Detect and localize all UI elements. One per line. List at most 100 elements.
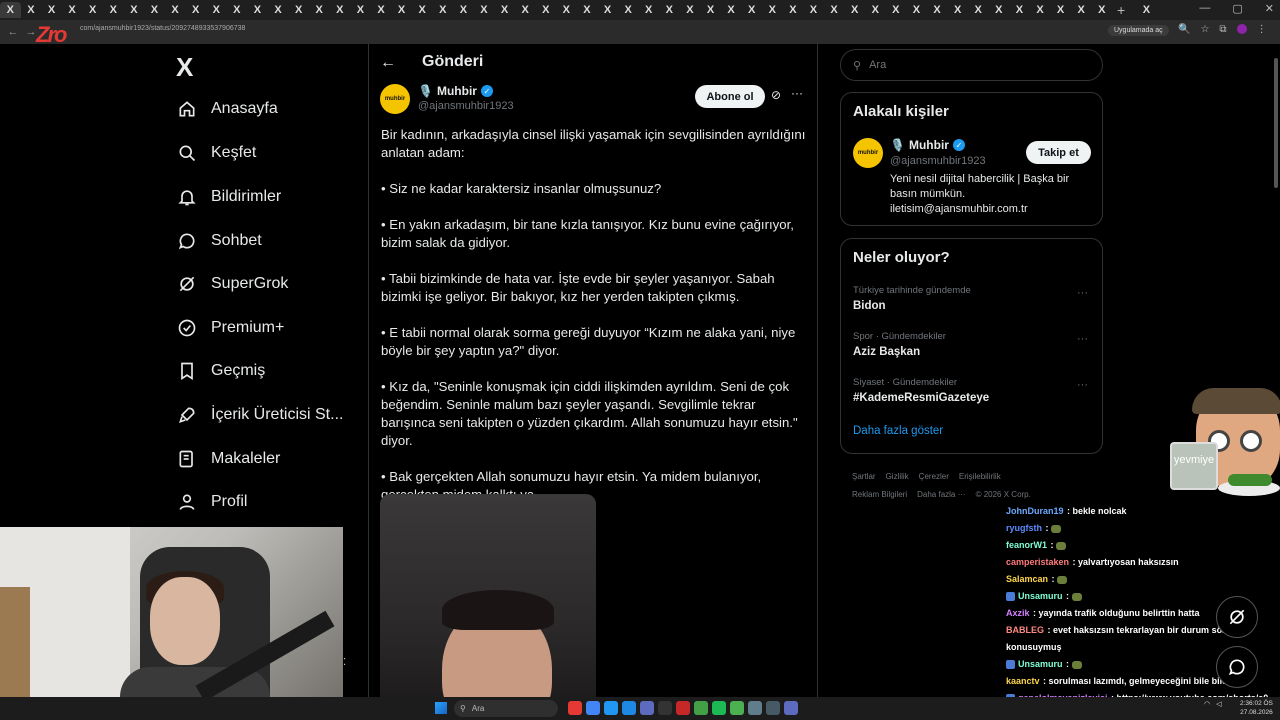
taskbar-app-icon[interactable]	[676, 701, 690, 715]
profile-avatar-icon[interactable]	[1236, 24, 1247, 34]
browser-tab[interactable]: X	[556, 2, 577, 18]
url-text[interactable]: com/ajansmuhbir1923/status/2092748933537…	[80, 25, 245, 32]
trend-item[interactable]: Siyaset · Gündemdekiler #KademeResmiGazet…	[853, 377, 989, 404]
wifi-icon[interactable]: ◠	[1204, 700, 1210, 708]
taskbar-app-icon[interactable]	[640, 701, 654, 715]
browser-tab[interactable]: X	[103, 2, 124, 18]
browser-tab[interactable]: X	[1136, 2, 1157, 18]
taskbar-search[interactable]: ⚲ Ara	[454, 700, 558, 717]
more-options-icon[interactable]: ···	[791, 86, 803, 100]
browser-tab[interactable]: X	[762, 2, 783, 18]
browser-tab[interactable]: X	[927, 2, 948, 18]
browser-tab[interactable]: X	[535, 2, 556, 18]
trend-more-icon[interactable]: ···	[1077, 287, 1088, 299]
footer-link[interactable]: Şartlar	[852, 472, 876, 481]
trend-more-icon[interactable]: ···	[1077, 379, 1088, 391]
browser-tab[interactable]: X	[824, 2, 845, 18]
trend-item[interactable]: Spor · Gündemdekiler Aziz Başkan	[853, 331, 946, 358]
close-window-icon[interactable]: ✕	[1265, 2, 1274, 15]
related-avatar[interactable]: muhbir	[853, 138, 883, 168]
footer-link[interactable]: © 2026 X Corp.	[976, 490, 1031, 499]
chat-username[interactable]: Salamcan	[1006, 574, 1048, 584]
browser-tab[interactable]: X	[783, 2, 804, 18]
sidebar-item-chat[interactable]: Sohbet	[176, 225, 262, 257]
browser-tab[interactable]: X	[247, 2, 268, 18]
chat-username[interactable]: ryugfsth	[1006, 523, 1042, 533]
sidebar-item-bell[interactable]: Bildirimler	[176, 181, 281, 213]
taskbar-app-icon[interactable]	[784, 701, 798, 715]
sidebar-item-bookmark[interactable]: Geçmiş	[176, 355, 265, 387]
footer-link[interactable]: Erişilebilirlik	[959, 472, 1001, 481]
search-input[interactable]: ⚲ Ara	[840, 49, 1103, 81]
sidebar-item-home[interactable]: Anasayfa	[176, 93, 278, 125]
minimize-icon[interactable]: —	[1199, 2, 1210, 15]
taskbar-app-icon[interactable]	[658, 701, 672, 715]
browser-tab[interactable]: X	[474, 2, 495, 18]
browser-tab[interactable]: X	[618, 2, 639, 18]
browser-tab[interactable]: X	[1009, 2, 1030, 18]
show-more-link[interactable]: Daha fazla göster	[853, 425, 943, 437]
browser-tab[interactable]: X	[577, 2, 598, 18]
related-handle[interactable]: @ajansmuhbir1923	[890, 155, 986, 167]
browser-tab[interactable]: X	[886, 2, 907, 18]
browser-tab[interactable]: X	[968, 2, 989, 18]
browser-tab[interactable]: X	[268, 2, 289, 18]
browser-tab[interactable]: X	[432, 2, 453, 18]
browser-tab[interactable]: X	[124, 2, 145, 18]
grok-fab-button[interactable]	[1216, 596, 1258, 638]
taskbar-clock[interactable]: 2:36:02 ÖS 27.08.2026	[1240, 699, 1273, 717]
volume-icon[interactable]: ◁	[1216, 700, 1221, 708]
browser-tab[interactable]: X	[309, 2, 330, 18]
browser-tab[interactable]: X	[227, 2, 248, 18]
follow-button[interactable]: Takip et	[1026, 141, 1091, 164]
browser-tab[interactable]: X	[21, 2, 42, 18]
sidebar-item-search[interactable]: Keşfet	[176, 137, 256, 169]
x-logo[interactable]: X	[176, 52, 193, 83]
sidebar-item-grok[interactable]: SuperGrok	[176, 268, 288, 300]
browser-tab[interactable]: X	[989, 2, 1010, 18]
grok-icon[interactable]: ⊘	[771, 88, 781, 102]
footer-link[interactable]: Reklam Bilgileri	[852, 490, 907, 499]
browser-tab[interactable]: X	[906, 2, 927, 18]
trend-item[interactable]: Türkiye tarihinde gündemde Bidon	[853, 285, 971, 312]
browser-menu-icon[interactable]: ⋮	[1257, 24, 1267, 35]
subscribe-button[interactable]: Abone ol	[695, 85, 765, 108]
browser-tab[interactable]: X	[62, 2, 83, 18]
related-name[interactable]: 🎙️ Muhbir ✓	[890, 138, 965, 152]
chat-username[interactable]: Unsamuru	[1018, 591, 1063, 601]
back-arrow-icon[interactable]: ←	[380, 54, 396, 72]
browser-tab[interactable]: X	[330, 2, 351, 18]
browser-tab[interactable]: X	[1030, 2, 1051, 18]
browser-tab[interactable]: X	[947, 2, 968, 18]
browser-tab[interactable]: X	[515, 2, 536, 18]
taskbar-app-icon[interactable]	[604, 701, 618, 715]
browser-tab[interactable]: X	[680, 2, 701, 18]
zoom-icon[interactable]: 🔍	[1178, 24, 1190, 35]
author-handle[interactable]: @ajansmuhbir1923	[418, 100, 514, 112]
browser-tab[interactable]: X	[865, 2, 886, 18]
browser-tab[interactable]: X	[1091, 2, 1112, 18]
footer-link[interactable]: Gizlilik	[886, 472, 909, 481]
browser-tab[interactable]: X	[391, 2, 412, 18]
trend-more-icon[interactable]: ···	[1077, 333, 1088, 345]
messages-fab-button[interactable]	[1216, 646, 1258, 688]
browser-tab[interactable]: X	[185, 2, 206, 18]
taskbar-app-icon[interactable]	[766, 701, 780, 715]
browser-tab[interactable]: X	[494, 2, 515, 18]
browser-tab[interactable]: X	[1050, 2, 1071, 18]
maximize-icon[interactable]: ▢	[1232, 2, 1242, 15]
footer-link[interactable]: Çerezler	[919, 472, 949, 481]
browser-tab[interactable]: X	[350, 2, 371, 18]
browser-tab[interactable]: X	[741, 2, 762, 18]
chat-username[interactable]: Axzik	[1006, 608, 1030, 618]
post-media-video[interactable]	[380, 494, 596, 720]
browser-tab[interactable]: X	[144, 2, 165, 18]
browser-tab[interactable]: X	[1071, 2, 1092, 18]
chat-username[interactable]: feanorW1	[1006, 540, 1047, 550]
chat-username[interactable]: JohnDuran19	[1006, 506, 1064, 516]
taskbar-app-icon[interactable]	[568, 701, 582, 715]
browser-tab[interactable]: X	[371, 2, 392, 18]
browser-tab[interactable]: X	[288, 2, 309, 18]
taskbar-app-icon[interactable]	[748, 701, 762, 715]
browser-tab[interactable]: X	[803, 2, 824, 18]
